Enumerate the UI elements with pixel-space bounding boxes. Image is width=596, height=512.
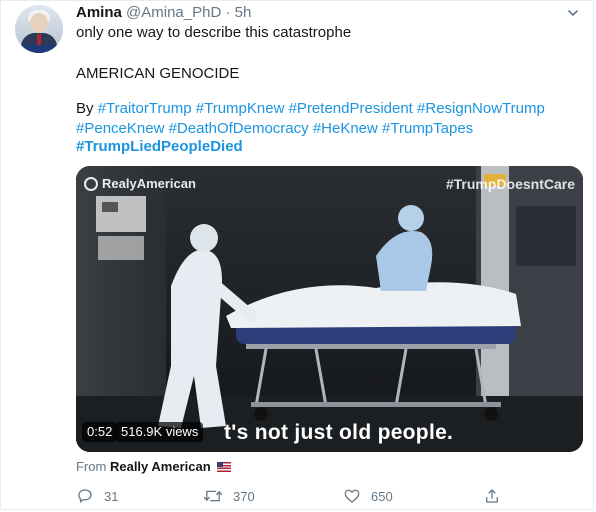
user-handle[interactable]: @Amina_PhD [126,4,221,21]
like-button[interactable]: 650 [343,486,393,506]
share-button[interactable] [483,486,501,506]
reply-icon [78,489,92,503]
share-icon [486,489,498,503]
separator-dot: · [225,4,231,21]
hashtag-link[interactable]: #ResignNowTrump [417,100,545,117]
logo-ring-icon [84,176,98,191]
attribution: From Really American [76,459,232,474]
like-icon [344,489,360,503]
hashtag-row-3: #TrumpLiedPeopleDied [76,137,243,157]
tweet-text-line1: only one way to describe this catastroph… [76,24,352,41]
video-duration: 0:52 [82,422,118,442]
hashtag-link[interactable]: #TrumpKnew [196,100,285,117]
hashtag-link[interactable]: #PenceKnew [76,120,164,137]
video-views: 516.9K views [116,422,204,442]
hashtag-link[interactable]: #TraitorTrump [98,100,192,117]
video-caption: t's not just old people. [224,421,454,444]
hashtag-row-1: By #TraitorTrump #TrumpKnew #PretendPres… [76,99,545,119]
hashtag-link[interactable]: #TrumpTapes [382,120,473,137]
source-logo: RealyAmerican [84,176,196,191]
video-frame [76,166,583,452]
source-logo-text: RealyAmerican [102,176,196,191]
retweet-count: 370 [233,488,255,504]
us-flag-icon [217,462,232,472]
retweet-icon [203,490,223,502]
retweet-button[interactable]: 370 [203,486,255,506]
tweet-header: Amina @Amina_PhD · 5h [76,4,251,22]
avatar[interactable] [15,5,63,53]
like-count: 650 [371,488,393,504]
video-watermark: #TrumpDoesntCare [445,176,575,192]
attribution-source-link[interactable]: Really American [110,459,211,474]
hashtag-link[interactable]: #PretendPresident [289,100,413,117]
video-player[interactable]: RealyAmerican #TrumpDoesntCare t's not j… [76,166,583,452]
hashtag-link-bold[interactable]: #TrumpLiedPeopleDied [76,138,243,155]
display-name[interactable]: Amina [76,4,122,21]
attribution-prefix: From [76,459,107,474]
tweet-text-line2: AMERICAN GENOCIDE [76,65,240,82]
hashtag-row-2: #PenceKnew #DeathOfDemocracy #HeKnew #Tr… [76,119,473,139]
tweet-card[interactable]: Amina @Amina_PhD · 5h only one way to de… [0,0,594,510]
timestamp[interactable]: 5h [235,4,252,21]
hashtag-link[interactable]: #HeKnew [313,120,378,137]
chevron-down-icon[interactable] [567,7,579,19]
by-label: By [76,100,94,117]
reply-count: 31 [104,488,119,504]
hashtag-link[interactable]: #DeathOfDemocracy [169,120,309,137]
reply-button[interactable]: 31 [76,486,118,506]
